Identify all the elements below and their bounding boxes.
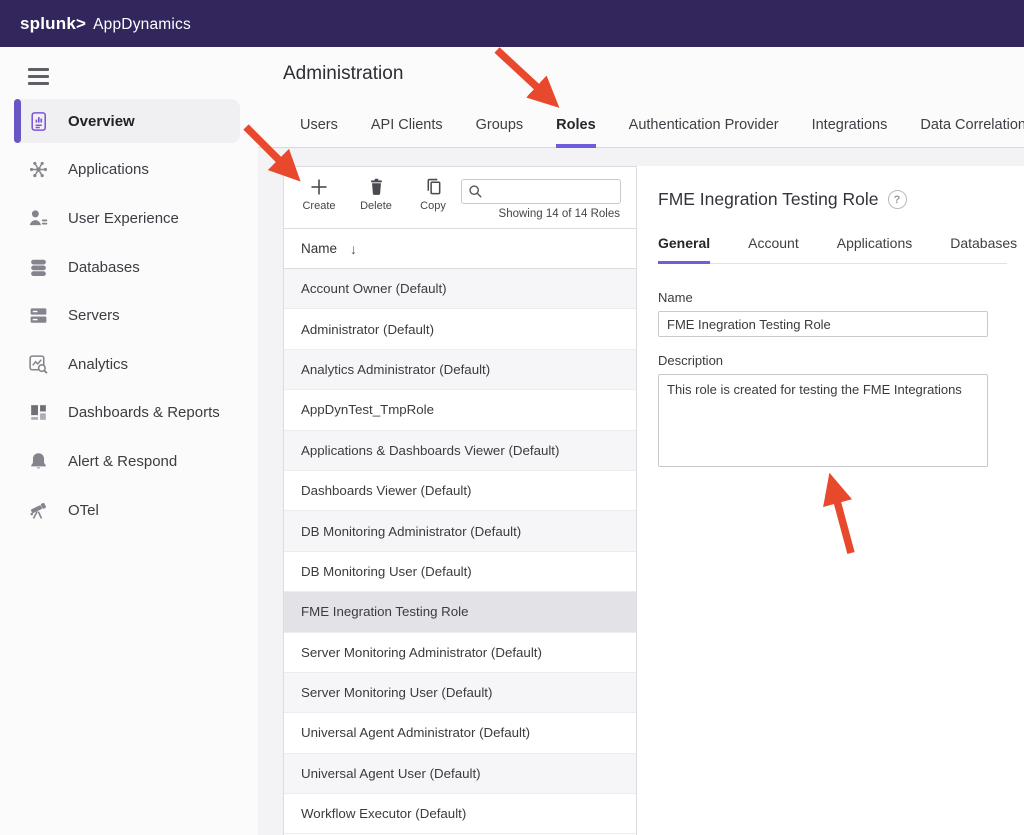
- tab-databases[interactable]: Databases: [950, 235, 1017, 264]
- sort-descending-icon[interactable]: ↓: [350, 241, 357, 257]
- tab-users[interactable]: Users: [300, 117, 338, 148]
- databases-icon: [28, 257, 49, 278]
- sidebar-item-user-experience[interactable]: User Experience: [0, 194, 258, 243]
- role-row[interactable]: Administrator (Default): [284, 309, 636, 349]
- copy-button[interactable]: Copy: [411, 176, 455, 212]
- search-icon: [468, 184, 483, 204]
- dashboards-icon: [28, 402, 49, 423]
- role-row[interactable]: Account Owner (Default): [284, 269, 636, 309]
- appdynamics-logo-text: AppDynamics: [93, 16, 191, 34]
- sidebar-item-applications[interactable]: Applications: [0, 146, 258, 195]
- name-column-label: Name: [301, 241, 337, 256]
- page-title: Administration: [283, 63, 403, 85]
- role-row[interactable]: Workflow Executor (Default): [284, 794, 636, 834]
- role-row[interactable]: Server Monitoring User (Default): [284, 673, 636, 713]
- sidebar-item-label: Analytics: [68, 356, 128, 373]
- role-row[interactable]: Server Monitoring Administrator (Default…: [284, 633, 636, 673]
- tab-roles[interactable]: Roles: [556, 117, 596, 148]
- name-column-header[interactable]: Name ↓: [284, 229, 636, 269]
- role-row[interactable]: Dashboards Viewer (Default): [284, 471, 636, 511]
- tab-integrations[interactable]: Integrations: [812, 117, 888, 148]
- description-field-label: Description: [658, 353, 1024, 368]
- sidebar-item-alert-respond[interactable]: Alert & Respond: [0, 437, 258, 486]
- sidebar-item-databases[interactable]: Databases: [0, 243, 258, 292]
- administration-header: Administration Users API Clients Groups …: [258, 47, 1024, 148]
- sidebar-item-label: Dashboards & Reports: [68, 404, 220, 421]
- create-button-label: Create: [297, 200, 341, 212]
- roles-toolbar: Create Delete: [284, 167, 636, 229]
- top-app-bar: splunk> AppDynamics: [0, 0, 1024, 47]
- telescope-icon: [28, 500, 49, 521]
- copy-button-label: Copy: [411, 200, 455, 212]
- hamburger-menu-icon[interactable]: [28, 68, 49, 89]
- user-experience-icon: [28, 208, 49, 229]
- role-row[interactable]: Applications & Dashboards Viewer (Defaul…: [284, 431, 636, 471]
- analytics-icon: [28, 354, 49, 375]
- search-input[interactable]: [461, 179, 621, 204]
- sidebar-item-dashboards-reports[interactable]: Dashboards & Reports: [0, 389, 258, 438]
- copy-icon: [411, 176, 455, 197]
- roles-list: Account Owner (Default) Administrator (D…: [284, 269, 636, 834]
- sidebar: Overview Applicati: [0, 47, 258, 835]
- role-row[interactable]: Universal Agent User (Default): [284, 754, 636, 794]
- plus-icon: [297, 176, 341, 197]
- splunk-logo-text: splunk>: [20, 14, 86, 34]
- roles-list-panel: Create Delete: [283, 166, 637, 835]
- sidebar-item-label: OTel: [68, 502, 99, 519]
- applications-icon: [28, 159, 49, 180]
- name-field-label: Name: [658, 290, 1024, 305]
- sidebar-nav: Overview Applicati: [0, 97, 258, 534]
- role-row[interactable]: Universal Agent Administrator (Default): [284, 713, 636, 753]
- role-detail-title: FME Inegration Testing Role: [658, 189, 879, 210]
- roles-search: [461, 179, 621, 204]
- overview-icon: [28, 111, 49, 132]
- role-row-selected[interactable]: FME Inegration Testing Role: [284, 592, 636, 632]
- delete-button-label: Delete: [354, 200, 398, 212]
- help-icon[interactable]: ?: [888, 190, 907, 209]
- tab-authentication-provider[interactable]: Authentication Provider: [629, 117, 779, 148]
- role-description-textarea[interactable]: [658, 374, 988, 467]
- role-name-input[interactable]: [658, 311, 988, 337]
- tab-account[interactable]: Account: [748, 235, 799, 264]
- role-detail-panel: FME Inegration Testing Role ? General Ac…: [637, 166, 1024, 835]
- servers-icon: [28, 305, 49, 326]
- sidebar-item-label: Overview: [68, 113, 135, 130]
- role-row[interactable]: Analytics Administrator (Default): [284, 350, 636, 390]
- tab-general[interactable]: General: [658, 235, 710, 264]
- tab-data-correlation[interactable]: Data Correlation: [920, 117, 1024, 148]
- sidebar-item-label: Alert & Respond: [68, 453, 177, 470]
- tab-groups[interactable]: Groups: [476, 117, 524, 148]
- sidebar-item-overview[interactable]: Overview: [0, 97, 258, 146]
- bell-icon: [28, 451, 49, 472]
- trash-icon: [354, 176, 398, 197]
- splunk-appdynamics-logo[interactable]: splunk> AppDynamics: [20, 14, 191, 34]
- sidebar-item-label: User Experience: [68, 210, 179, 227]
- sidebar-item-otel[interactable]: OTel: [0, 486, 258, 535]
- sidebar-item-label: Servers: [68, 307, 120, 324]
- create-button[interactable]: Create: [297, 176, 341, 212]
- role-row[interactable]: DB Monitoring User (Default): [284, 552, 636, 592]
- role-detail-tab-bar: General Account Applications Databases: [658, 235, 1007, 264]
- sidebar-item-label: Applications: [68, 161, 149, 178]
- sidebar-item-servers[interactable]: Servers: [0, 291, 258, 340]
- tab-applications[interactable]: Applications: [837, 235, 913, 264]
- sidebar-item-label: Databases: [68, 259, 140, 276]
- sidebar-item-analytics[interactable]: Analytics: [0, 340, 258, 389]
- main-area: Administration Users API Clients Groups …: [258, 47, 1024, 835]
- role-row[interactable]: AppDynTest_TmpRole: [284, 390, 636, 430]
- tab-api-clients[interactable]: API Clients: [371, 117, 443, 148]
- showing-count-text: Showing 14 of 14 Roles: [499, 208, 620, 220]
- delete-button[interactable]: Delete: [354, 176, 398, 212]
- admin-tab-bar: Users API Clients Groups Roles Authentic…: [300, 117, 1024, 148]
- role-row[interactable]: DB Monitoring Administrator (Default): [284, 511, 636, 551]
